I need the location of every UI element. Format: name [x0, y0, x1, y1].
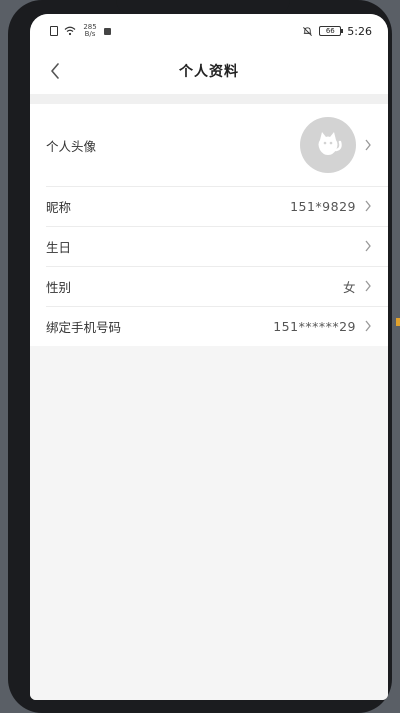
profile-list: 个人头像 昵称 151*9829 生日 性别 女 绑定手机号码 151*****…	[30, 104, 388, 346]
sim-card-icon	[50, 26, 58, 36]
mute-bell-icon	[303, 26, 313, 36]
row-right	[356, 240, 372, 252]
network-speed-unit: B/s	[84, 30, 96, 38]
status-right: 66 5:26	[302, 25, 372, 38]
page-title: 个人资料	[179, 64, 239, 80]
cat-avatar-icon	[318, 132, 342, 155]
row-birthday[interactable]: 生日	[30, 226, 388, 266]
row-label: 生日	[46, 239, 72, 255]
status-bar: 285 B/s 66 5:26	[30, 14, 388, 48]
row-right: 女	[343, 277, 372, 296]
avatar	[300, 117, 356, 173]
wifi-icon	[64, 26, 76, 36]
status-left: 285 B/s	[50, 24, 111, 38]
row-label: 个人头像	[46, 138, 97, 154]
row-phone[interactable]: 绑定手机号码 151******29	[30, 306, 388, 346]
back-button[interactable]	[40, 56, 70, 86]
gender-value: 女	[342, 279, 356, 295]
notification-icon	[104, 27, 111, 35]
network-speed: 285 B/s	[82, 24, 98, 38]
row-right	[300, 117, 372, 173]
row-label: 绑定手机号码	[46, 319, 122, 335]
chevron-right-icon	[365, 280, 371, 292]
chevron-right-icon	[365, 200, 371, 212]
side-indicator	[396, 318, 400, 326]
row-gender[interactable]: 性别 女	[30, 266, 388, 306]
chevron-right-icon	[365, 139, 371, 151]
row-avatar[interactable]: 个人头像	[30, 104, 388, 186]
header: 个人资料	[30, 48, 388, 94]
section-gap	[30, 94, 388, 104]
battery-indicator: 66	[319, 26, 344, 36]
back-arrow-icon	[51, 63, 59, 79]
row-label: 性别	[46, 279, 72, 295]
nickname-value: 151*9829	[290, 198, 356, 214]
status-time: 5:26	[347, 24, 372, 38]
phone-value: 151******29	[273, 318, 356, 334]
chevron-right-icon	[365, 320, 371, 332]
phone-notch	[116, 0, 290, 14]
row-nickname[interactable]: 昵称 151*9829	[30, 186, 388, 226]
row-label: 昵称	[46, 199, 72, 215]
row-right: 151******29	[273, 319, 372, 334]
screen: 285 B/s 66 5:26 个人资料 个人头像 昵称 151*9829 生日…	[30, 14, 388, 700]
chevron-right-icon	[365, 240, 371, 252]
empty-area	[30, 347, 388, 700]
phone-frame: 285 B/s 66 5:26 个人资料 个人头像 昵称 151*9829 生日…	[8, 0, 392, 713]
row-right: 151*9829	[290, 199, 372, 214]
